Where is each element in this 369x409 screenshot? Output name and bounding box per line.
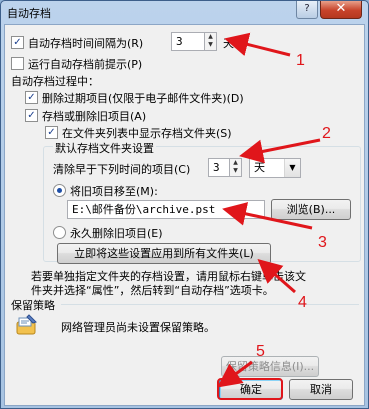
- clean-older-input[interactable]: 3: [208, 158, 230, 177]
- clean-older-unit-value: 天: [254, 161, 265, 174]
- retention-header: 保留策略: [11, 299, 55, 312]
- cancel-button[interactable]: 取消: [289, 379, 353, 400]
- permanent-delete-radio[interactable]: [53, 226, 66, 239]
- help-button[interactable]: ?: [296, 1, 318, 19]
- window-title: 自动存档: [7, 7, 51, 20]
- close-button[interactable]: ✕: [320, 1, 362, 19]
- delete-expired-checkbox[interactable]: ✓: [25, 91, 38, 104]
- annotation-label-5: 5: [256, 343, 265, 360]
- title-bar: 自动存档 ? ✕: [1, 1, 368, 23]
- during-label: 自动存档过程中：: [11, 75, 99, 88]
- show-folder-checkbox[interactable]: ✓: [45, 126, 58, 139]
- annotation-label-1: 1: [296, 52, 305, 69]
- autoarchive-checkbox[interactable]: ✓: [11, 36, 24, 49]
- delete-expired-label: 删除过期项目(仅限于电子邮件文件夹)(D): [42, 92, 244, 105]
- move-old-label: 将旧项目移至(M):: [70, 185, 158, 198]
- autoarchive-days-input[interactable]: 3: [171, 32, 205, 51]
- archive-or-delete-checkbox[interactable]: ✓: [25, 109, 38, 122]
- autoarchive-days-unit: 天: [223, 37, 234, 50]
- archive-path-input[interactable]: E:\邮件备份\archive.pst: [67, 200, 265, 219]
- default-folder-group-title: 默认存档文件夹设置: [53, 140, 156, 156]
- retention-message: 网络管理员尚未设置保留策略。: [61, 321, 215, 334]
- ok-button[interactable]: 确定: [219, 379, 283, 400]
- permanent-delete-label: 永久删除旧项目(E): [70, 227, 163, 240]
- clean-older-label: 清除早于下列时间的项目(C): [53, 163, 191, 176]
- annotation-label-2: 2: [322, 125, 331, 142]
- clean-older-spinner[interactable]: ▲ ▼: [229, 158, 242, 177]
- show-folder-label: 在文件夹列表中显示存档文件夹(S): [62, 127, 232, 140]
- retention-divider: [61, 304, 359, 305]
- annotation-label-4: 4: [298, 294, 307, 311]
- move-old-radio[interactable]: [53, 184, 66, 197]
- retention-info-button[interactable]: 保留策略信息(I)...: [221, 356, 319, 377]
- autoarchive-days-spinner[interactable]: ▲ ▼: [204, 32, 217, 51]
- info-text-line2: 件夹并选择“属性”，然后转到“自动存档”选项卡。: [31, 284, 274, 297]
- clean-older-unit-select[interactable]: 天 ▼: [249, 158, 301, 178]
- browse-button[interactable]: 浏览(B)...: [271, 199, 351, 220]
- retention-policy-icon: [15, 313, 39, 337]
- annotation-label-3: 3: [318, 234, 327, 251]
- archive-or-delete-label: 存档或删除旧项目(A): [42, 110, 147, 123]
- chevron-down-icon: ▼: [284, 159, 300, 177]
- prompt-checkbox[interactable]: [11, 57, 24, 70]
- prompt-label: 运行自动存档前提示(P): [28, 58, 143, 71]
- apply-all-button[interactable]: 立即将这些设置应用到所有文件夹(L): [57, 243, 271, 264]
- autoarchive-every-label: 自动存档时间间隔为(R): [28, 37, 144, 50]
- dialog-body: ✓ 自动存档时间间隔为(R) 3 ▲ ▼ 天 运行自动存档前提示(P) 自动存档过…: [4, 24, 365, 406]
- autoarchive-dialog: 自动存档 ? ✕ ✓ 自动存档时间间隔为(R) 3 ▲ ▼ 天 运行自动存档前提示…: [0, 0, 369, 409]
